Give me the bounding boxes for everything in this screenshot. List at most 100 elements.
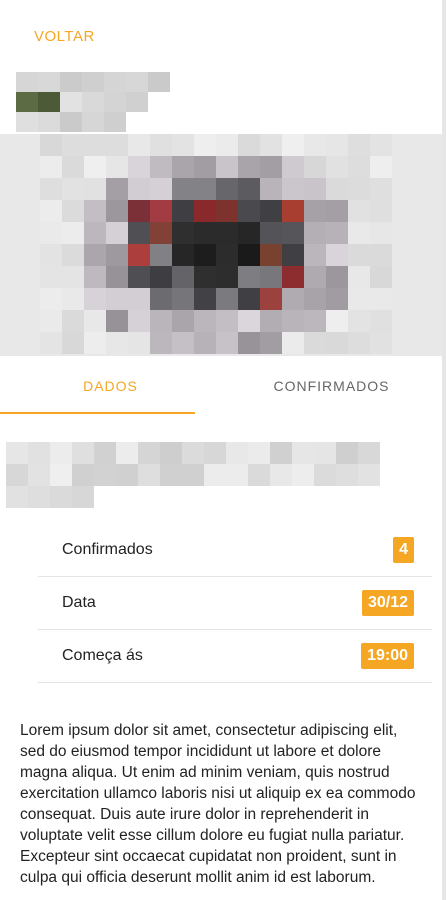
mosaic-pixel bbox=[128, 156, 150, 178]
mosaic-pixel bbox=[116, 464, 138, 486]
window-edge bbox=[442, 0, 446, 900]
mosaic-pixel bbox=[326, 178, 348, 200]
mosaic-pixel bbox=[94, 464, 116, 486]
mosaic-pixel bbox=[150, 310, 172, 332]
mosaic-pixel bbox=[128, 310, 150, 332]
info-row-hora: Começa ás 19:00 bbox=[38, 630, 432, 683]
mosaic-pixel bbox=[60, 72, 82, 92]
mosaic-pixel bbox=[216, 266, 238, 288]
mosaic-pixel bbox=[72, 464, 94, 486]
mosaic-pixel bbox=[238, 134, 260, 156]
mosaic-pixel bbox=[194, 200, 216, 222]
mosaic-pixel bbox=[370, 222, 392, 244]
mosaic-pixel bbox=[226, 442, 248, 464]
mosaic-pixel bbox=[304, 222, 326, 244]
mosaic-pixel bbox=[282, 288, 304, 310]
mosaic-pixel bbox=[126, 92, 148, 112]
mosaic-pixel bbox=[348, 288, 370, 310]
mosaic-pixel bbox=[260, 332, 282, 354]
tab-bar: DADOS CONFIRMADOS bbox=[0, 358, 442, 414]
mosaic-pixel bbox=[348, 332, 370, 354]
mosaic-pixel bbox=[238, 310, 260, 332]
mosaic-pixel bbox=[282, 266, 304, 288]
mosaic-pixel bbox=[172, 222, 194, 244]
mosaic-pixel bbox=[326, 288, 348, 310]
mosaic-pixel bbox=[150, 288, 172, 310]
mosaic-pixel bbox=[148, 92, 170, 112]
mosaic-pixel bbox=[292, 442, 314, 464]
mosaic-pixel bbox=[226, 486, 248, 508]
mosaic-pixel bbox=[50, 464, 72, 486]
mosaic-pixel bbox=[126, 112, 148, 132]
mosaic-pixel bbox=[172, 200, 194, 222]
confirmed-count-badge: 4 bbox=[393, 537, 414, 563]
mosaic-pixel bbox=[326, 134, 348, 156]
mosaic-pixel bbox=[116, 442, 138, 464]
mosaic-pixel bbox=[348, 244, 370, 266]
mosaic-pixel bbox=[128, 244, 150, 266]
mosaic-pixel bbox=[126, 72, 148, 92]
mosaic-pixel bbox=[106, 266, 128, 288]
mosaic-pixel bbox=[270, 464, 292, 486]
mosaic-pixel bbox=[282, 244, 304, 266]
mosaic-pixel bbox=[292, 464, 314, 486]
mosaic-pixel bbox=[260, 156, 282, 178]
mosaic-pixel bbox=[84, 288, 106, 310]
mosaic-pixel bbox=[106, 222, 128, 244]
mosaic-pixel bbox=[16, 72, 38, 92]
mosaic-pixel bbox=[370, 266, 392, 288]
mosaic-pixel bbox=[170, 92, 192, 112]
mosaic-pixel bbox=[62, 244, 84, 266]
mosaic-pixel bbox=[216, 200, 238, 222]
mosaic-pixel bbox=[172, 288, 194, 310]
mosaic-pixel bbox=[150, 178, 172, 200]
tab-confirmados[interactable]: CONFIRMADOS bbox=[221, 358, 442, 414]
mosaic-pixel bbox=[326, 244, 348, 266]
mosaic-pixel bbox=[170, 72, 192, 92]
mosaic-pixel bbox=[172, 134, 194, 156]
mosaic-pixel bbox=[194, 288, 216, 310]
mosaic-pixel bbox=[216, 288, 238, 310]
mosaic-pixel bbox=[270, 442, 292, 464]
mosaic-pixel bbox=[172, 178, 194, 200]
mosaic-pixel bbox=[326, 222, 348, 244]
mosaic-pixel bbox=[104, 112, 126, 132]
mosaic-pixel bbox=[104, 92, 126, 112]
mosaic-pixel bbox=[106, 310, 128, 332]
mosaic-pixel bbox=[82, 112, 104, 132]
mosaic-pixel bbox=[260, 222, 282, 244]
mosaic-pixel bbox=[238, 244, 260, 266]
tab-dados[interactable]: DADOS bbox=[0, 358, 221, 414]
mosaic-pixel bbox=[138, 486, 160, 508]
mosaic-pixel bbox=[204, 464, 226, 486]
mosaic-pixel bbox=[282, 156, 304, 178]
mosaic-pixel bbox=[128, 266, 150, 288]
mosaic-pixel bbox=[194, 134, 216, 156]
mosaic-pixel bbox=[260, 178, 282, 200]
mosaic-pixel bbox=[6, 486, 28, 508]
mosaic-pixel bbox=[348, 200, 370, 222]
event-subtitle-pixelated bbox=[6, 442, 380, 508]
back-button[interactable]: VOLTAR bbox=[34, 28, 95, 45]
mosaic-pixel bbox=[226, 464, 248, 486]
mosaic-pixel bbox=[106, 200, 128, 222]
mosaic-pixel bbox=[348, 222, 370, 244]
mosaic-pixel bbox=[304, 310, 326, 332]
mosaic-pixel bbox=[172, 332, 194, 354]
mosaic-pixel bbox=[94, 442, 116, 464]
mosaic-pixel bbox=[72, 442, 94, 464]
mosaic-pixel bbox=[172, 156, 194, 178]
mosaic-pixel bbox=[172, 244, 194, 266]
mosaic-pixel bbox=[150, 332, 172, 354]
mosaic-pixel bbox=[128, 288, 150, 310]
mosaic-pixel bbox=[248, 464, 270, 486]
mosaic-pixel bbox=[28, 442, 50, 464]
mosaic-pixel bbox=[304, 200, 326, 222]
mosaic-pixel bbox=[370, 244, 392, 266]
mosaic-pixel bbox=[248, 486, 270, 508]
mosaic-pixel bbox=[216, 134, 238, 156]
mosaic-pixel bbox=[260, 288, 282, 310]
mosaic-pixel bbox=[40, 288, 62, 310]
mosaic-pixel bbox=[160, 442, 182, 464]
mosaic-pixel bbox=[182, 442, 204, 464]
